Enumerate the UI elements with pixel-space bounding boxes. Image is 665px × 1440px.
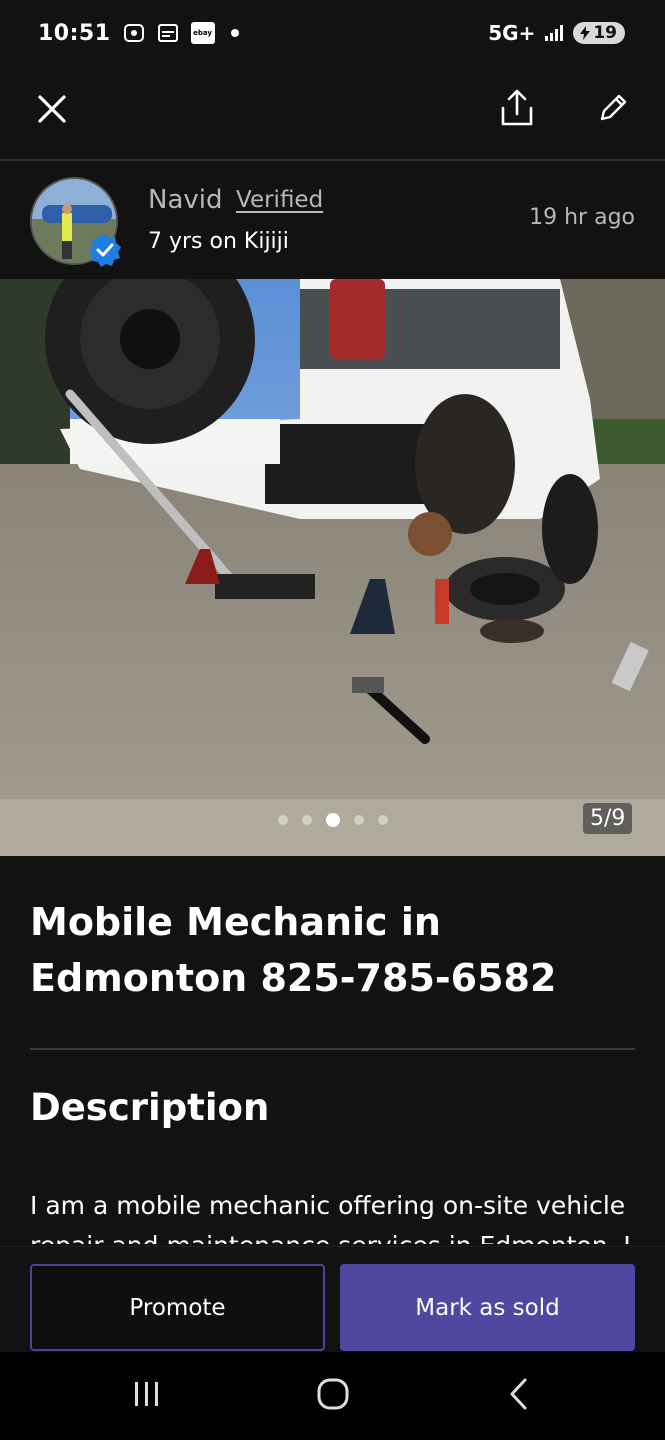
promote-button[interactable]: Promote [30, 1264, 325, 1351]
back-button[interactable] [494, 1372, 544, 1416]
carousel-dot[interactable] [378, 815, 388, 825]
carousel-dot-active[interactable] [326, 813, 340, 827]
mark-as-sold-button[interactable]: Mark as sold [340, 1264, 635, 1351]
share-icon [501, 89, 533, 126]
home-button[interactable] [308, 1372, 358, 1416]
system-nav-bar [0, 1352, 665, 1440]
seller-row[interactable]: Navid Verified 7 yrs on Kijiji 19 hr ago [0, 161, 665, 279]
verified-link[interactable]: Verified [236, 187, 323, 213]
pencil-icon [600, 94, 627, 121]
close-button[interactable] [27, 84, 77, 134]
description-text: I am a mobile mechanic offering on-site … [30, 1191, 631, 1244]
edit-button[interactable] [588, 83, 638, 133]
home-icon [317, 1378, 349, 1410]
carousel-dot[interactable] [278, 815, 288, 825]
battery-level: 19 [593, 23, 617, 43]
ebay-icon: ebay [190, 22, 215, 44]
listing-title: Mobile Mechanic in Edmonton 825-785-6582 [30, 900, 557, 1000]
recent-apps-icon [135, 1382, 158, 1406]
close-icon [38, 95, 66, 123]
verified-badge-icon [88, 233, 122, 267]
listing-photo[interactable]: 5/9 [0, 279, 665, 856]
carousel-dots[interactable] [278, 813, 388, 827]
network-type: 5G+ [488, 21, 536, 45]
status-right: 5G+ 19 [488, 21, 625, 45]
status-time: 10:51 [38, 20, 111, 46]
action-bar: Promote Mark as sold [0, 1246, 665, 1352]
carousel-dot[interactable] [354, 815, 364, 825]
posted-time: 19 hr ago [529, 205, 635, 230]
description-heading: Description [30, 1086, 270, 1129]
divider [30, 1048, 635, 1050]
seller-name[interactable]: Navid [148, 185, 223, 215]
notification-dot-icon [230, 29, 239, 37]
share-button[interactable] [492, 83, 542, 133]
photo-jeep-repair [0, 279, 665, 856]
description-container: I am a mobile mechanic offering on-site … [30, 1186, 650, 1244]
seller-tenure: 7 yrs on Kijiji [148, 229, 289, 254]
recent-apps-button[interactable] [122, 1372, 172, 1416]
top-bar [0, 66, 665, 160]
calendar-icon [157, 22, 179, 44]
carousel-dot[interactable] [302, 815, 312, 825]
back-icon [510, 1378, 527, 1410]
status-left: 10:51 ebay [38, 21, 239, 46]
status-bar: 10:51 ebay 5G+ 19 [0, 0, 665, 66]
signal-icon [543, 22, 565, 44]
screen-record-icon [123, 22, 145, 44]
charging-icon [580, 26, 591, 40]
photo-counter: 5/9 [583, 803, 633, 834]
battery-indicator: 19 [573, 22, 625, 44]
